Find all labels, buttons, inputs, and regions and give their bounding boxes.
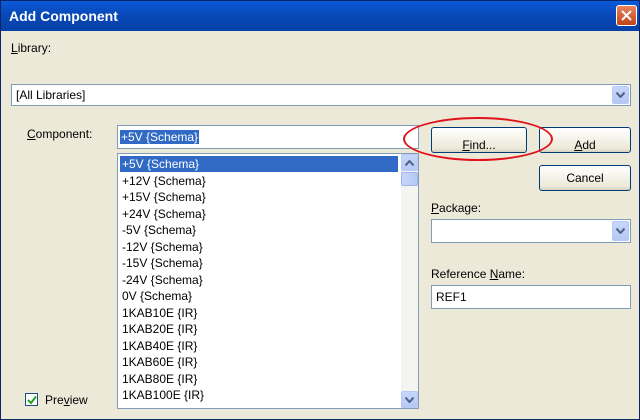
add-button-accel: A: [574, 138, 583, 152]
chevron-down-icon: [616, 92, 625, 98]
list-item[interactable]: +15V {Schema}: [120, 189, 398, 205]
list-item[interactable]: 1KAB80E {IR}: [120, 371, 398, 387]
library-dropdown-button[interactable]: [612, 86, 629, 104]
component-label: Component:: [27, 127, 92, 141]
reference-label-pre: Reference: [431, 267, 490, 281]
preview-label: Preview: [45, 393, 88, 407]
checkmark-icon: [27, 395, 37, 405]
scroll-thumb[interactable]: [401, 172, 418, 186]
component-label-rest: omponent:: [35, 127, 93, 141]
chevron-down-icon: [616, 228, 625, 234]
component-input[interactable]: +5V {Schema}: [117, 125, 419, 149]
cancel-button-label: Cancel: [566, 171, 604, 185]
component-input-value: +5V {Schema}: [120, 130, 200, 144]
chevron-up-icon: [405, 160, 414, 166]
scroll-down-button[interactable]: [401, 391, 418, 408]
add-button-label: Add: [574, 133, 595, 152]
preview-label-rest: iew: [69, 393, 88, 407]
component-list-scrollbar[interactable]: [401, 154, 418, 408]
library-label-accel: L: [11, 41, 18, 55]
list-item[interactable]: 1KAB10E {IR}: [120, 305, 398, 321]
reference-name-value: REF1: [436, 290, 467, 304]
find-highlight-ellipse: [403, 117, 553, 161]
close-button[interactable]: [616, 5, 637, 26]
component-label-accel: C: [27, 127, 36, 141]
list-item[interactable]: 1KAB100E {IR}: [120, 387, 398, 403]
reference-name-input[interactable]: REF1: [431, 285, 631, 309]
list-item[interactable]: -12V {Schema}: [120, 239, 398, 255]
list-item[interactable]: +24V {Schema}: [120, 206, 398, 222]
library-select[interactable]: [All Libraries]: [11, 84, 631, 106]
reference-label-rest: ame:: [498, 267, 526, 281]
package-select[interactable]: [431, 219, 631, 243]
list-item[interactable]: +12V {Schema}: [120, 173, 398, 189]
list-item[interactable]: 1KAB20E {IR}: [120, 321, 398, 337]
list-item[interactable]: 1KAB40E {IR}: [120, 338, 398, 354]
library-selected-value: [All Libraries]: [16, 88, 86, 102]
package-label: Package:: [431, 201, 481, 215]
list-item[interactable]: -5V {Schema}: [120, 222, 398, 238]
close-icon: [621, 10, 632, 21]
package-dropdown-button[interactable]: [612, 221, 629, 241]
package-label-rest: ackage:: [439, 201, 482, 215]
scroll-up-button[interactable]: [401, 154, 418, 171]
dialog-title: Add Component: [9, 8, 118, 24]
library-label-rest: ibrary:: [17, 41, 52, 55]
add-button-rest: dd: [582, 138, 596, 152]
list-item[interactable]: -24V {Schema}: [120, 272, 398, 288]
preview-label-pre: Pre: [45, 393, 64, 407]
list-item[interactable]: +5V {Schema}: [120, 156, 398, 172]
preview-checkbox[interactable]: [25, 393, 38, 406]
list-item[interactable]: -15V {Schema}: [120, 255, 398, 271]
component-list[interactable]: +5V {Schema} +12V {Schema} +15V {Schema} +2…: [117, 153, 419, 409]
package-label-accel: P: [431, 201, 440, 215]
list-item[interactable]: 0V {Schema}: [120, 288, 398, 304]
add-component-dialog: Add Component Library: [All Libraries] C…: [0, 0, 640, 420]
library-label: Library:: [11, 41, 51, 55]
reference-name-label: Reference Name:: [431, 267, 525, 281]
chevron-down-icon: [405, 397, 414, 403]
list-item[interactable]: 1KAB60E {IR}: [120, 354, 398, 370]
title-bar[interactable]: Add Component: [1, 1, 639, 31]
cancel-button[interactable]: Cancel: [539, 165, 631, 191]
